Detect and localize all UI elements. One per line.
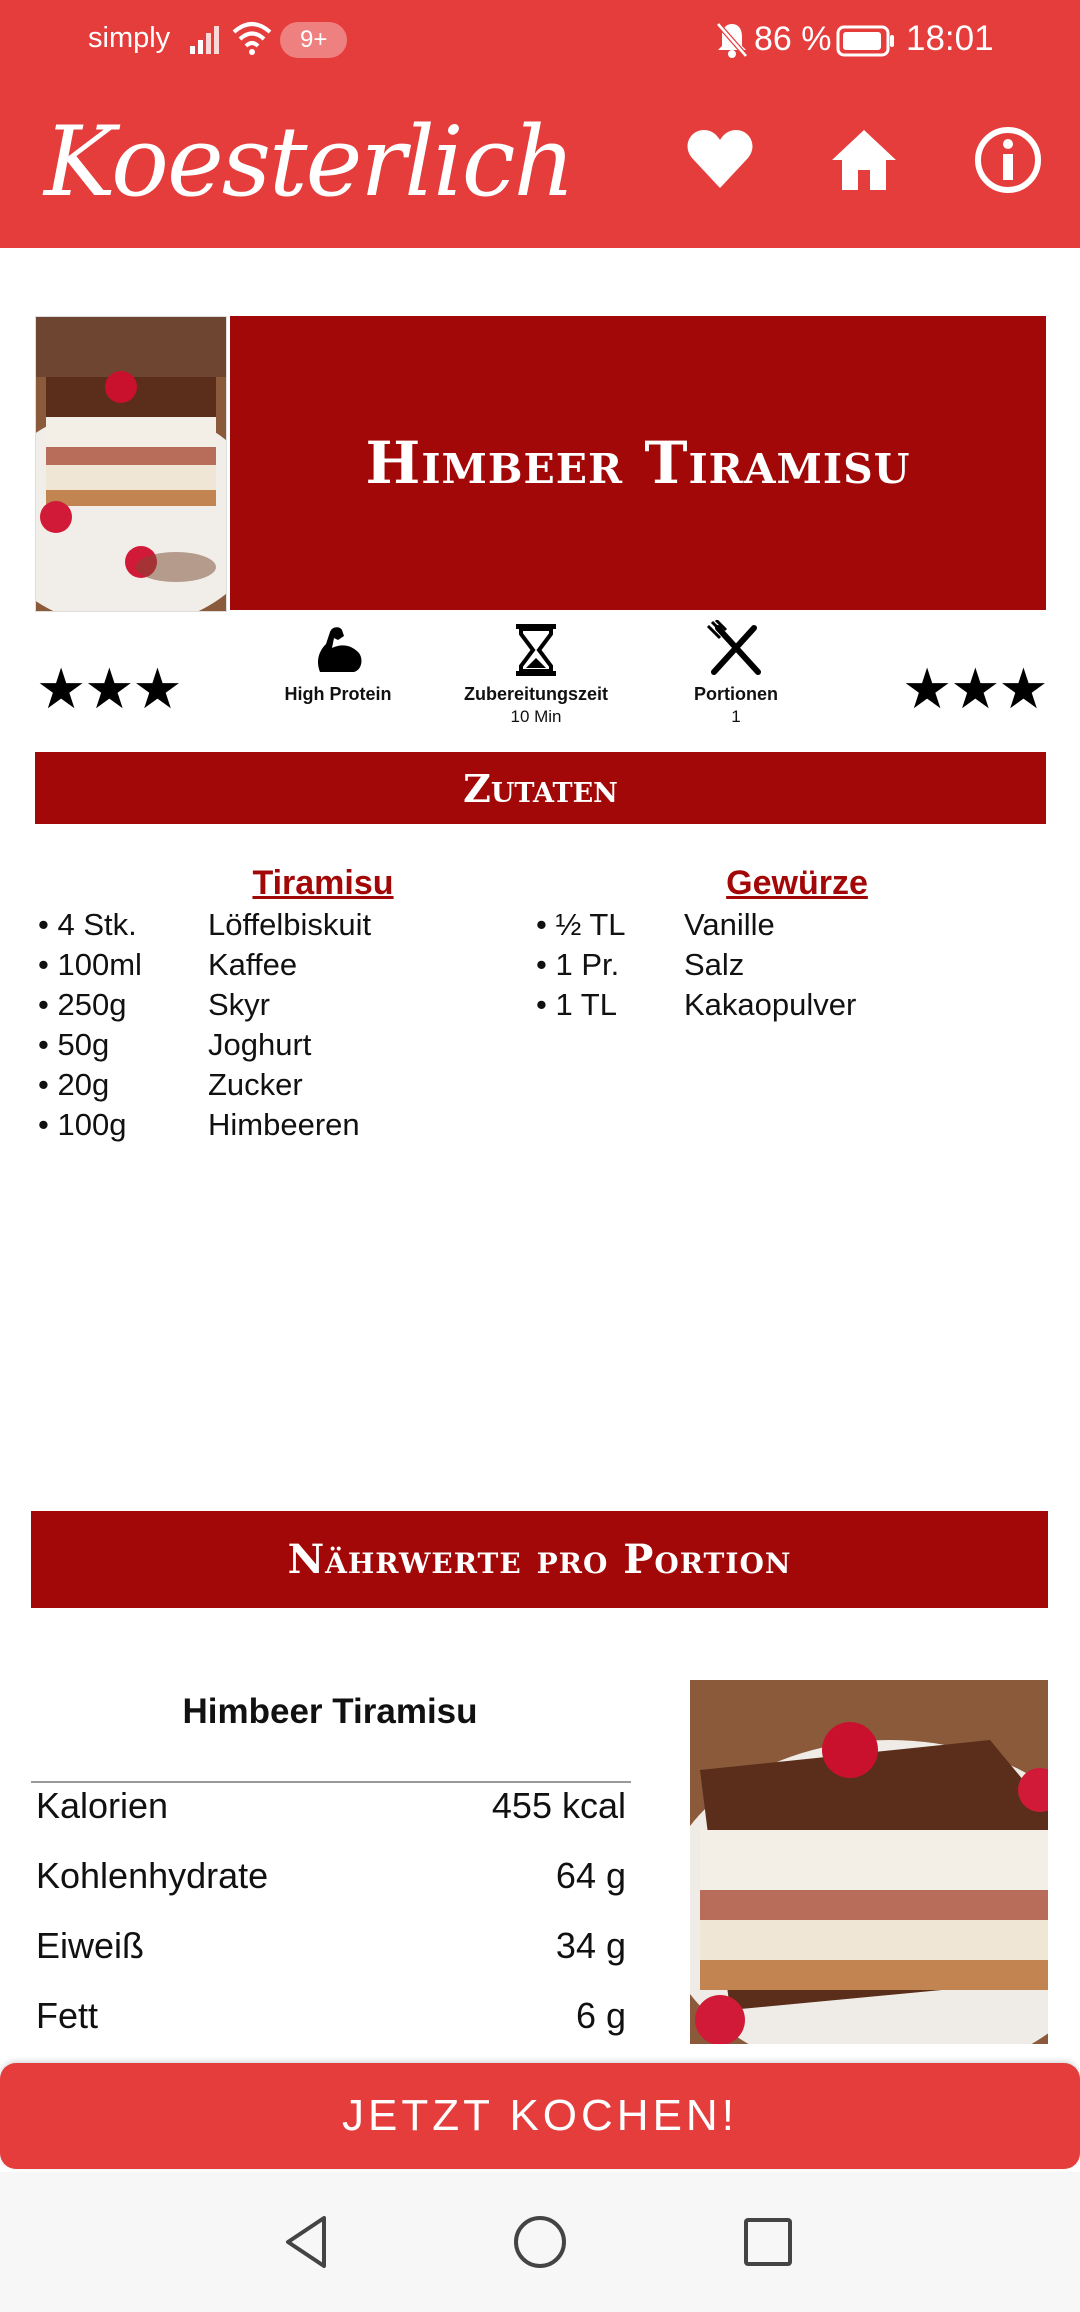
rating-stars-left: ★★★ <box>36 657 183 720</box>
badge-prep-time: Zubereitungszeit 10 Min <box>446 620 626 727</box>
ingredient-row: • 20g Zucker <box>38 1067 303 1102</box>
ingredient-row: • 1 TL Kakaopulver <box>536 987 857 1022</box>
badge-label: Portionen <box>694 684 778 704</box>
ingredient-row: • 100ml Kaffee <box>38 947 298 982</box>
ingredient-row: • 100g Himbeeren <box>38 1107 360 1142</box>
badge-label: High Protein <box>284 684 392 704</box>
badge-label: Zubereitungszeit <box>463 684 608 704</box>
back-icon[interactable] <box>278 2212 338 2272</box>
ingredient-row: • 4 Stk. Löffelbiskuit <box>38 907 372 942</box>
home-icon[interactable] <box>828 124 900 196</box>
clock: 18:01 <box>906 19 994 58</box>
cutlery-icon <box>706 620 761 675</box>
ingredient-group-title: Gewürze <box>726 864 868 902</box>
wifi-icon <box>232 22 272 55</box>
badge-high-protein: High Protein <box>248 620 428 705</box>
muscle-icon <box>318 627 362 672</box>
ingredient-row: • 50g Joghurt <box>38 1027 312 1062</box>
app-bar: Koesterlich <box>0 80 1080 248</box>
ingredient-row: • 1 Pr. Salz <box>536 947 745 982</box>
app-logo[interactable]: Koesterlich <box>44 106 575 218</box>
divider <box>31 1781 631 1783</box>
nutrition-row-calories: Kalorien 455 kcal <box>36 1785 626 1826</box>
ingredient-group-title: Tiramisu <box>252 864 394 902</box>
recipe-image <box>35 316 227 612</box>
nutrition-image <box>690 1680 1048 2044</box>
rating-stars-right: ★★★ <box>902 657 1049 720</box>
nutrition-row-carbs: Kohlenhydrate 64 g <box>36 1855 626 1896</box>
system-nav-bar <box>0 2172 1080 2312</box>
notification-badge: 9+ <box>280 22 348 58</box>
recipe-title-banner: Himbeer Tiramisu <box>230 316 1046 610</box>
home-nav-icon[interactable] <box>510 2212 570 2272</box>
ingredient-group-gewuerze: Gewürze • ½ TL Vanille • 1 Pr. Salz • 1 TL… <box>536 864 1036 1025</box>
heart-icon[interactable] <box>684 124 756 196</box>
status-bar: simply 9+ 86 % 18:01 <box>0 0 1080 80</box>
nutrition-header: Nährwerte pro Portion <box>31 1511 1048 1608</box>
ingredient-row: • ½ TL Vanille <box>536 907 775 942</box>
badge-value: 10 Min <box>510 707 562 726</box>
bell-muted-icon <box>716 22 748 58</box>
carrier-label: simply <box>88 22 171 54</box>
ingredients-header: Zutaten <box>35 752 1046 824</box>
nutrition-row-fat: Fett 6 g <box>36 1995 626 2036</box>
ingredient-group-tiramisu: Tiramisu • 4 Stk. Löffelbiskuit • 100ml Ka… <box>38 864 528 1145</box>
cook-now-button[interactable]: JETZT KOCHEN! <box>0 2063 1080 2169</box>
nutrition-title: Himbeer Tiramisu <box>182 1692 478 1731</box>
battery-percent: 86 % <box>754 20 832 58</box>
nutrition-row-protein: Eiweiß 34 g <box>36 1925 626 1966</box>
recipe-title: Himbeer Tiramisu <box>365 429 911 497</box>
info-icon[interactable] <box>972 124 1044 196</box>
badge-portions: Portionen 1 <box>646 620 826 727</box>
battery-icon <box>836 25 894 57</box>
signal-icon <box>190 26 219 54</box>
badge-value: 1 <box>731 707 741 726</box>
ingredient-row: • 250g Skyr <box>38 987 270 1022</box>
hourglass-icon <box>516 624 556 676</box>
recent-apps-icon[interactable] <box>738 2212 798 2272</box>
